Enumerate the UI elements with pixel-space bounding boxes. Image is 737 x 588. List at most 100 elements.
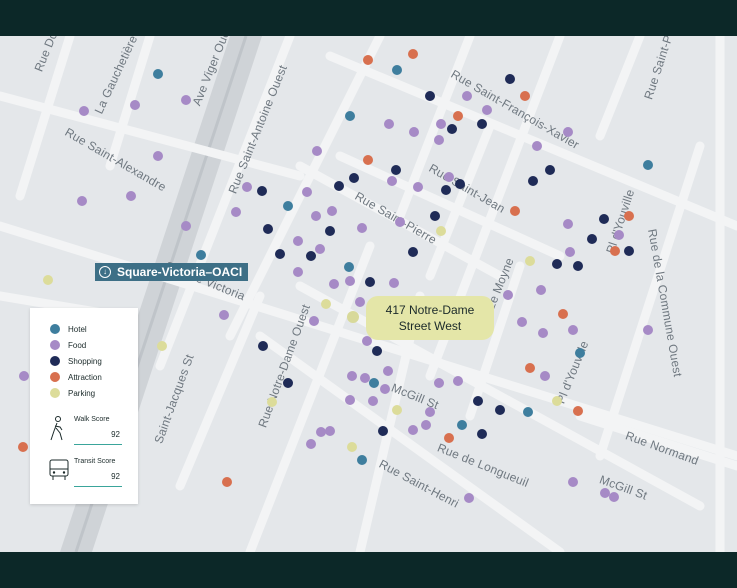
hotel-marker[interactable] <box>392 65 402 75</box>
shopping-marker[interactable] <box>263 224 273 234</box>
food-marker[interactable] <box>357 223 367 233</box>
food-marker[interactable] <box>345 276 355 286</box>
shopping-marker[interactable] <box>306 251 316 261</box>
food-marker[interactable] <box>453 376 463 386</box>
food-marker[interactable] <box>609 492 619 502</box>
shopping-marker[interactable] <box>425 91 435 101</box>
hotel-marker[interactable] <box>369 378 379 388</box>
shopping-marker[interactable] <box>257 186 267 196</box>
attraction-marker[interactable] <box>444 433 454 443</box>
shopping-marker[interactable] <box>325 226 335 236</box>
attraction-marker[interactable] <box>520 91 530 101</box>
food-marker[interactable] <box>347 371 357 381</box>
metro-station-label[interactable]: ↓ Square-Victoria–OACI <box>95 263 249 281</box>
property-callout[interactable]: 417 Notre-Dame Street West <box>366 296 494 340</box>
shopping-marker[interactable] <box>477 429 487 439</box>
shopping-marker[interactable] <box>528 176 538 186</box>
shopping-marker[interactable] <box>283 378 293 388</box>
parking-marker[interactable] <box>321 299 331 309</box>
food-marker[interactable] <box>568 477 578 487</box>
food-marker[interactable] <box>311 211 321 221</box>
food-marker[interactable] <box>395 217 405 227</box>
shopping-marker[interactable] <box>258 341 268 351</box>
food-marker[interactable] <box>315 244 325 254</box>
food-marker[interactable] <box>383 366 393 376</box>
shopping-marker[interactable] <box>365 277 375 287</box>
food-marker[interactable] <box>77 196 87 206</box>
attraction-marker[interactable] <box>18 442 28 452</box>
attraction-marker[interactable] <box>610 246 620 256</box>
food-marker[interactable] <box>538 328 548 338</box>
parking-marker[interactable] <box>392 405 402 415</box>
attraction-marker[interactable] <box>525 363 535 373</box>
food-marker[interactable] <box>329 279 339 289</box>
parking-marker[interactable] <box>157 341 167 351</box>
hotel-marker[interactable] <box>357 455 367 465</box>
food-marker[interactable] <box>482 105 492 115</box>
food-marker[interactable] <box>181 95 191 105</box>
food-marker[interactable] <box>421 420 431 430</box>
food-marker[interactable] <box>19 371 29 381</box>
food-marker[interactable] <box>153 151 163 161</box>
food-marker[interactable] <box>79 106 89 116</box>
shopping-marker[interactable] <box>599 214 609 224</box>
shopping-marker[interactable] <box>455 179 465 189</box>
parking-marker[interactable] <box>525 256 535 266</box>
food-marker[interactable] <box>387 176 397 186</box>
hotel-marker[interactable] <box>457 420 467 430</box>
food-marker[interactable] <box>316 427 326 437</box>
food-marker[interactable] <box>568 325 578 335</box>
food-marker[interactable] <box>517 317 527 327</box>
food-marker[interactable] <box>355 297 365 307</box>
hotel-marker[interactable] <box>283 201 293 211</box>
food-marker[interactable] <box>464 493 474 503</box>
shopping-marker[interactable] <box>334 181 344 191</box>
attraction-marker[interactable] <box>363 55 373 65</box>
food-marker[interactable] <box>126 191 136 201</box>
hotel-marker[interactable] <box>345 111 355 121</box>
shopping-marker[interactable] <box>473 396 483 406</box>
attraction-marker[interactable] <box>408 49 418 59</box>
attraction-marker[interactable] <box>453 111 463 121</box>
food-marker[interactable] <box>434 135 444 145</box>
food-marker[interactable] <box>293 267 303 277</box>
attraction-marker[interactable] <box>363 155 373 165</box>
food-marker[interactable] <box>312 146 322 156</box>
food-marker[interactable] <box>302 187 312 197</box>
food-marker[interactable] <box>444 172 454 182</box>
shopping-marker[interactable] <box>552 259 562 269</box>
shopping-marker[interactable] <box>275 249 285 259</box>
food-marker[interactable] <box>434 378 444 388</box>
shopping-marker[interactable] <box>587 234 597 244</box>
shopping-marker[interactable] <box>349 173 359 183</box>
food-marker[interactable] <box>565 247 575 257</box>
attraction-marker[interactable] <box>624 211 634 221</box>
food-marker[interactable] <box>536 285 546 295</box>
food-marker[interactable] <box>413 182 423 192</box>
food-marker[interactable] <box>345 395 355 405</box>
shopping-marker[interactable] <box>441 185 451 195</box>
food-marker[interactable] <box>436 119 446 129</box>
parking-marker[interactable] <box>267 397 277 407</box>
food-marker[interactable] <box>614 230 624 240</box>
food-marker[interactable] <box>643 325 653 335</box>
shopping-marker[interactable] <box>391 165 401 175</box>
attraction-marker[interactable] <box>222 477 232 487</box>
shopping-marker[interactable] <box>378 426 388 436</box>
food-marker[interactable] <box>306 439 316 449</box>
hotel-marker[interactable] <box>344 262 354 272</box>
shopping-marker[interactable] <box>408 247 418 257</box>
food-marker[interactable] <box>181 221 191 231</box>
food-marker[interactable] <box>409 127 419 137</box>
parking-marker[interactable] <box>552 396 562 406</box>
hotel-marker[interactable] <box>153 69 163 79</box>
food-marker[interactable] <box>325 426 335 436</box>
shopping-marker[interactable] <box>447 124 457 134</box>
food-marker[interactable] <box>293 236 303 246</box>
food-marker[interactable] <box>384 119 394 129</box>
food-marker[interactable] <box>368 396 378 406</box>
property-marker[interactable] <box>347 311 359 323</box>
parking-marker[interactable] <box>43 275 53 285</box>
food-marker[interactable] <box>389 278 399 288</box>
parking-marker[interactable] <box>347 442 357 452</box>
